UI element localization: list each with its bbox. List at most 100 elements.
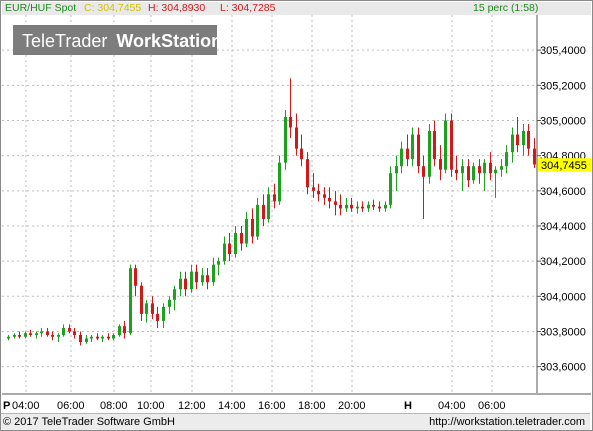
candle-body [223, 243, 226, 262]
candle [190, 264, 193, 293]
candle-body [79, 334, 82, 343]
website-link[interactable]: http://workstation.teletrader.com [429, 414, 585, 430]
candle-body [190, 271, 193, 290]
candle-body [62, 327, 65, 335]
candle [516, 116, 519, 153]
candle-body [13, 334, 16, 337]
candle-body [68, 327, 71, 332]
candle-body [345, 204, 348, 209]
candle-body [467, 166, 470, 181]
candle [450, 113, 453, 177]
candle [129, 264, 132, 335]
candle [212, 257, 215, 286]
x-tick-label: H [404, 400, 412, 412]
candle-body [206, 275, 209, 283]
candle [228, 233, 231, 262]
candle [345, 197, 348, 212]
candle-body [256, 204, 259, 237]
candle [13, 333, 16, 339]
candle-body [533, 148, 536, 165]
candle [339, 194, 342, 216]
price-chart[interactable]: TeleTrader WorkStation 303,6000303,80003… [0, 0, 593, 431]
candle [273, 183, 276, 209]
candle-body [356, 206, 359, 209]
candle [378, 201, 381, 212]
candle-body [428, 131, 431, 177]
candle [417, 127, 420, 174]
candle [240, 225, 243, 251]
candle-body [384, 204, 387, 209]
candle-body [328, 197, 331, 202]
candle [46, 327, 49, 337]
candle-body [212, 264, 215, 283]
candle-body [129, 268, 132, 334]
candle-body [395, 166, 398, 174]
candle-body [145, 303, 148, 314]
chart-axes: 303,6000 303,8000 304,0000 304,2000 304,4000… [2, 15, 591, 412]
last-price-marker: 304,7455 [538, 158, 591, 172]
candle-body [367, 204, 370, 209]
candle-body [278, 162, 281, 202]
x-tick-label: 20:00 [338, 400, 366, 412]
x-tick-label: 14:00 [218, 400, 246, 412]
candle-body [273, 194, 276, 202]
candle [533, 138, 536, 168]
watermark-text-bold: WorkStation [116, 31, 222, 51]
candle-body [400, 148, 403, 167]
candle-body [389, 173, 392, 205]
candle-body [422, 166, 425, 177]
x-tick-label: 18:00 [298, 400, 326, 412]
y-tick-label: 303,6000 [540, 362, 586, 374]
candle-body [184, 278, 187, 290]
candle [206, 268, 209, 290]
candle [356, 201, 359, 214]
candle [467, 159, 470, 188]
candle [123, 320, 126, 339]
candle [522, 124, 525, 156]
candle-body [24, 333, 27, 337]
candle [384, 201, 387, 212]
candle [262, 194, 265, 226]
candle [29, 329, 32, 337]
candle [428, 124, 431, 184]
candle-body [461, 166, 464, 174]
candle-body [417, 134, 420, 167]
candle-body [134, 268, 137, 286]
candle [395, 155, 398, 191]
candle [256, 197, 259, 241]
candle [461, 159, 464, 191]
candle-body [73, 331, 76, 335]
candle [24, 331, 27, 339]
candle [118, 324, 121, 337]
candle-body [195, 271, 198, 283]
candle-body [527, 131, 530, 149]
candle [90, 334, 93, 343]
candle-body [140, 285, 143, 314]
y-tick-label: 305,0000 [540, 115, 586, 127]
candle-body [151, 303, 154, 314]
candle [162, 303, 165, 328]
candle [361, 201, 364, 212]
candle [7, 334, 10, 341]
candle [400, 141, 403, 174]
candle-body [478, 166, 481, 174]
candle-body [112, 334, 115, 339]
watermark-text-light: TeleTrader [22, 31, 107, 51]
candle [112, 333, 115, 341]
candle [406, 134, 409, 167]
candle [134, 264, 137, 297]
candle [372, 199, 375, 211]
candle-body [516, 134, 519, 146]
last-price-value: 304,7455 [541, 160, 587, 172]
candle-body [240, 233, 243, 244]
candle-body [361, 206, 364, 209]
candle-body [162, 306, 165, 321]
candle [505, 145, 508, 174]
candle [478, 159, 481, 184]
candle-body [350, 204, 353, 209]
candle [433, 120, 436, 167]
candle-body [289, 116, 292, 128]
x-tick-label: 12:00 [178, 400, 206, 412]
candle [494, 166, 497, 198]
candle-body [439, 159, 442, 170]
